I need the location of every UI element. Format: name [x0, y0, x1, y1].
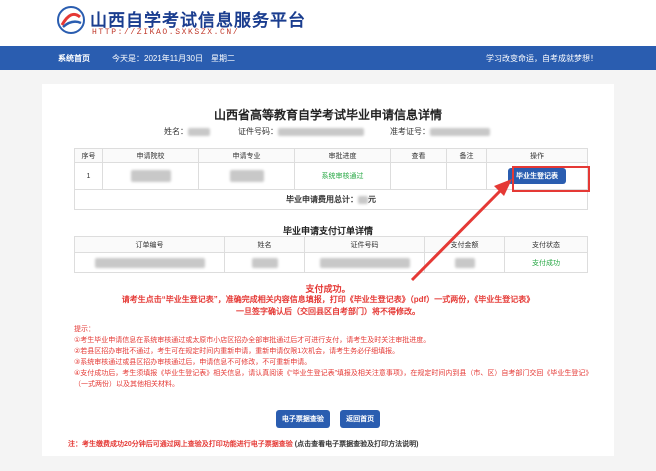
site-logo-icon — [57, 6, 85, 34]
invoice-check-button[interactable]: 电子票据查验 — [275, 410, 330, 428]
tips-block: 提示： ①考生毕业申请信息在系统审核通过或太原市小店区招办全部审批通过后才可进行… — [74, 324, 594, 390]
site-url: HTTP://ZIKAO.SXKSZX.CN/ — [92, 28, 240, 37]
nav-slogan: 学习改变命运，自考成就梦想！ — [486, 54, 598, 63]
instruction-line-1: 请考生点击“毕业生登记表”，准确完成相关内容信息填报，打印《毕业生登记表》（pd… — [121, 295, 535, 304]
footer-help-link[interactable]: (点击查看电子票据查验及打印方法说明) — [295, 441, 419, 448]
nav-home-link[interactable]: 系统首页 — [58, 53, 90, 64]
nav-date: 今天是：2021年11月30日 星期二 — [112, 54, 235, 63]
tip-item: ②若县区招办审批不通过，考生可在规定时间内重新申请，重新申请仅限1次机会，请考生… — [74, 348, 400, 355]
tip-item: ④支付成功后，考生须填报《毕业生登记表》相关信息，请认真阅读《“毕业生登记表”填… — [74, 370, 593, 388]
main-panel: 山西省高等教育自学考试毕业申请信息详情 姓名： 证件号码： 准考证号： 序号 申… — [42, 84, 614, 456]
annotation-arrow-icon — [410, 179, 512, 282]
tip-item: ③系统审核通过或县区招办审核通过后，申请信息不可修改，不可重新申请。 — [74, 359, 312, 366]
top-navbar: 系统首页 今天是：2021年11月30日 星期二 学习改变命运，自考成就梦想！ — [0, 46, 656, 70]
instruction-line-2: 一旦签字确认后（交回县区自考部门）将不得修改。 — [236, 307, 420, 316]
action-buttons: 电子票据查验 返回首页 — [42, 410, 614, 428]
tip-item: ①考生毕业申请信息在系统审核通过或太原市小店区招办全部审批通过后才可进行支付，请… — [74, 337, 431, 344]
footer-note: 注：考生缴费成功20分钟后可通过网上查验及打印功能进行电子票据查验 (点击查看电… — [68, 439, 418, 449]
back-home-button[interactable]: 返回首页 — [340, 410, 381, 428]
tips-title: 提示： — [74, 326, 95, 333]
footer-note-text: 注：考生缴费成功20分钟后可通过网上查验及打印功能进行电子票据查验 — [68, 441, 293, 448]
site-header: 山西自学考试信息服务平台 HTTP://ZIKAO.SXKSZX.CN/ — [0, 0, 656, 46]
